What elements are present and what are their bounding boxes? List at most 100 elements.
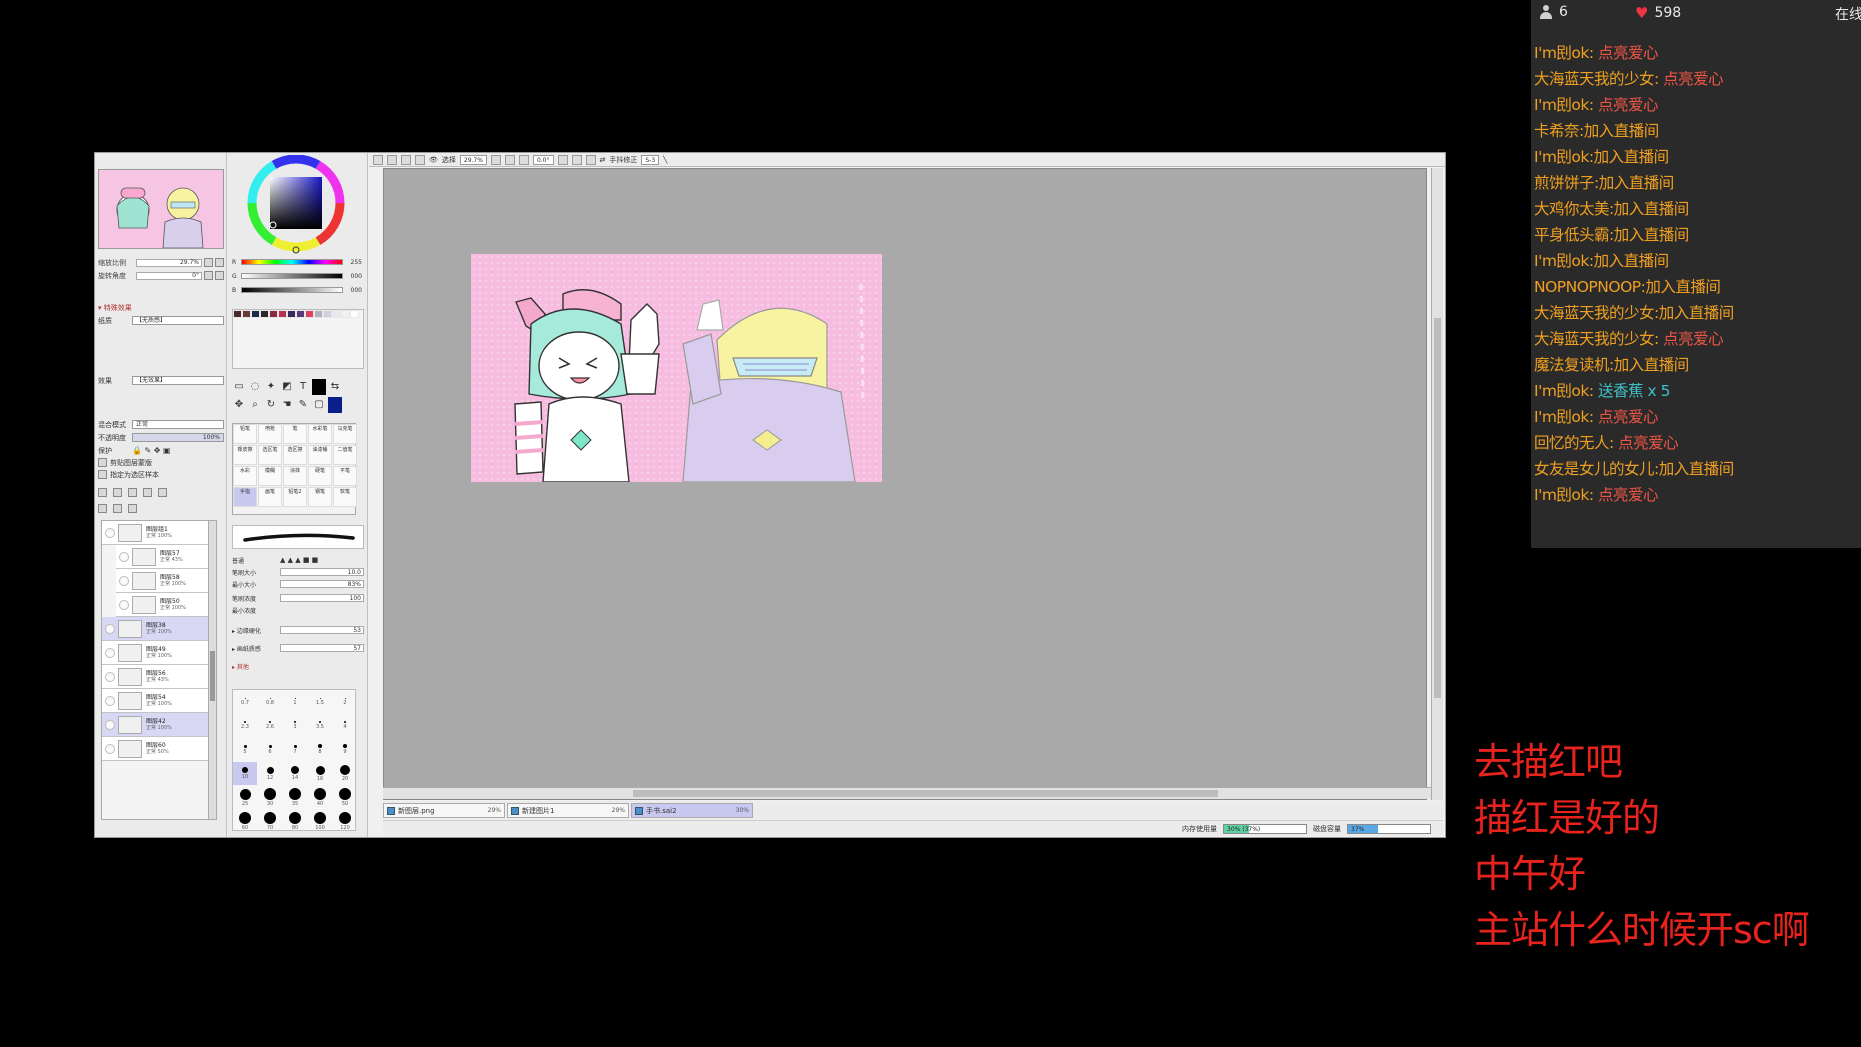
- visibility-eye-icon[interactable]: [105, 719, 115, 730]
- zoom-in-button[interactable]: [215, 258, 224, 267]
- brush-slot[interactable]: 选区笔: [258, 445, 282, 465]
- min-size-value[interactable]: 83%: [280, 580, 364, 588]
- chat-username[interactable]: 女友是女儿的女儿:: [1534, 460, 1659, 478]
- artwork-canvas[interactable]: [471, 254, 882, 482]
- hue-slider-row[interactable]: R 255: [232, 257, 362, 267]
- brush-size-cell[interactable]: 2.6: [258, 714, 282, 737]
- clip-mask-checkbox[interactable]: [98, 458, 107, 467]
- visibility-eye-icon[interactable]: [105, 695, 115, 706]
- brush-slot[interactable]: 水彩笔: [308, 424, 332, 444]
- rotate-left-button[interactable]: [204, 271, 213, 280]
- brush-size-cell[interactable]: 1.5: [308, 690, 332, 713]
- stabilizer-select[interactable]: S-3: [641, 154, 660, 165]
- effect-select[interactable]: 【无效果】: [132, 376, 224, 385]
- angle-slider[interactable]: 旋转角度 0°: [98, 270, 224, 281]
- brush-size-cell[interactable]: 7: [283, 738, 307, 761]
- color-swatch[interactable]: [233, 310, 242, 318]
- rotate-right-button[interactable]: [215, 271, 224, 280]
- chat-username[interactable]: 煎饼饼子:: [1534, 174, 1599, 192]
- color-wheel[interactable]: [240, 155, 352, 255]
- color-swatch[interactable]: [278, 310, 287, 318]
- brush-size-cell[interactable]: 35: [283, 786, 307, 809]
- brush-shape-icons[interactable]: ▲ ▲ ▲ ■ ■: [280, 556, 318, 564]
- brush-size-value[interactable]: 10.0: [280, 568, 364, 576]
- color-swatch[interactable]: [287, 310, 296, 318]
- effects-section-header[interactable]: ▾ 特殊效果: [98, 303, 132, 313]
- select-source-checkbox[interactable]: [98, 470, 107, 479]
- move-icon[interactable]: ✥: [232, 397, 246, 413]
- brush-size-cell[interactable]: 2.3: [233, 714, 257, 737]
- edge-hardness-label[interactable]: ▸ 边缘硬化: [232, 626, 280, 635]
- brush-size-cell[interactable]: 9: [333, 738, 357, 761]
- toolbar-rotate-left-button[interactable]: [557, 154, 568, 165]
- swap-colors-icon[interactable]: ⇆: [328, 379, 342, 395]
- layer-row[interactable]: 图层49 正常 100%: [102, 641, 216, 665]
- toolbar-rotate-right-button[interactable]: [571, 154, 582, 165]
- brush-size-cell[interactable]: 16: [308, 762, 332, 785]
- visibility-eye-icon[interactable]: [105, 623, 115, 634]
- brush-size-grid[interactable]: 0.7 0.8 1 1.5 2 2.3 2.6 3 3.5 4 5 6 7 8 9 10 12 14 16 20 25 3…: [232, 689, 356, 831]
- brush-size-cell[interactable]: 100: [308, 810, 332, 833]
- lasso-icon[interactable]: ◌: [248, 379, 262, 395]
- chat-username[interactable]: I'm刡ok:: [1534, 486, 1594, 504]
- brush-size-cell[interactable]: 12: [258, 762, 282, 785]
- layer-row[interactable]: 图层38 正常 100%: [102, 617, 216, 641]
- canvas-workspace[interactable]: [383, 168, 1427, 800]
- brush-slot[interactable]: 水彩: [233, 466, 257, 486]
- brush-slot[interactable]: 选区擦: [283, 445, 307, 465]
- visibility-eye-icon[interactable]: [105, 671, 115, 682]
- brush-slot[interactable]: 铅笔: [233, 424, 257, 444]
- brush-slot[interactable]: 油漆桶: [308, 445, 332, 465]
- brush-slot[interactable]: 平笔: [333, 466, 357, 486]
- navigator-preview[interactable]: [98, 169, 224, 249]
- layer-row[interactable]: 图层56 正常 43%: [102, 665, 216, 689]
- paper-texture-brush-value[interactable]: 57: [280, 644, 364, 652]
- brush-size-cell[interactable]: 60: [233, 810, 257, 833]
- canvas-horizontal-scrollbar[interactable]: [383, 787, 1431, 799]
- brush-size-cell[interactable]: 20: [333, 762, 357, 785]
- brush-slot[interactable]: 马克笔: [333, 424, 357, 444]
- layer-row[interactable]: 图层组1 正常 100%: [102, 521, 216, 545]
- brush-size-cell[interactable]: 50: [333, 786, 357, 809]
- select-source-row[interactable]: 指定为选区样本: [98, 469, 224, 480]
- deselect-button[interactable]: [401, 154, 411, 165]
- toolbar-rotate-reset-button[interactable]: [585, 154, 596, 165]
- color-swatch[interactable]: [305, 310, 314, 318]
- chat-username[interactable]: 大鸡你太美:: [1534, 200, 1614, 218]
- brush-slot[interactable]: 钢笔: [308, 487, 332, 507]
- clip-mask-row[interactable]: 剪贴图层蒙版: [98, 457, 224, 468]
- new-linework-layer-button[interactable]: [113, 488, 122, 497]
- blue-channel-slider[interactable]: [241, 287, 343, 293]
- primary-color-swatch[interactable]: [312, 379, 326, 395]
- paper-select[interactable]: 【无质感】: [132, 316, 224, 325]
- visibility-eye-icon[interactable]: [105, 743, 115, 754]
- rotate-icon[interactable]: ↻: [264, 397, 278, 413]
- brush-size-cell[interactable]: 0.7: [233, 690, 257, 713]
- layer-row[interactable]: 图层54 正常 100%: [102, 689, 216, 713]
- color-swatch[interactable]: [314, 310, 323, 318]
- document-tab[interactable]: 新建图片1 29%: [507, 803, 629, 818]
- redo-button[interactable]: [387, 154, 397, 165]
- visibility-eye-icon[interactable]: [119, 551, 129, 562]
- brush-size-cell[interactable]: 14: [283, 762, 307, 785]
- min-size-row[interactable]: 最小大小 83%: [232, 579, 364, 589]
- chat-username[interactable]: 平身低头霸:: [1534, 226, 1614, 244]
- transparent-color-icon[interactable]: ▢: [312, 397, 326, 413]
- zoom-icon[interactable]: ⌕: [248, 397, 262, 413]
- blend-select[interactable]: 正常: [132, 420, 224, 429]
- chat-username[interactable]: I'm刡ok:: [1534, 96, 1594, 114]
- new-folder-button[interactable]: [128, 488, 137, 497]
- blend-mode-row[interactable]: 混合模式 正常: [98, 419, 224, 430]
- toolbar-zoom-reset-button[interactable]: [518, 154, 529, 165]
- brush-size-cell[interactable]: 30: [258, 786, 282, 809]
- clear-layer-button[interactable]: [113, 504, 122, 513]
- magic-wand-icon[interactable]: ✦: [264, 379, 278, 395]
- toolbar-angle-field[interactable]: 0.0°: [532, 154, 554, 165]
- edge-hardness-value[interactable]: 53: [280, 626, 364, 634]
- brush-tool-grid[interactable]: 铅笔 喷枪笔水彩笔 马克笔 橡皮擦 选区笔 选区擦 油漆桶 二值笔 水彩 模糊 涂抹 硬笔 平笔 手指 画笔…: [232, 423, 357, 515]
- delete-layer-button[interactable]: [158, 488, 167, 497]
- eyedropper-icon[interactable]: ✎: [296, 397, 310, 413]
- new-layer-button[interactable]: [98, 488, 107, 497]
- chat-username[interactable]: NOPNOPNOOP:: [1534, 278, 1646, 296]
- brush-slot[interactable]: 画笔: [258, 487, 282, 507]
